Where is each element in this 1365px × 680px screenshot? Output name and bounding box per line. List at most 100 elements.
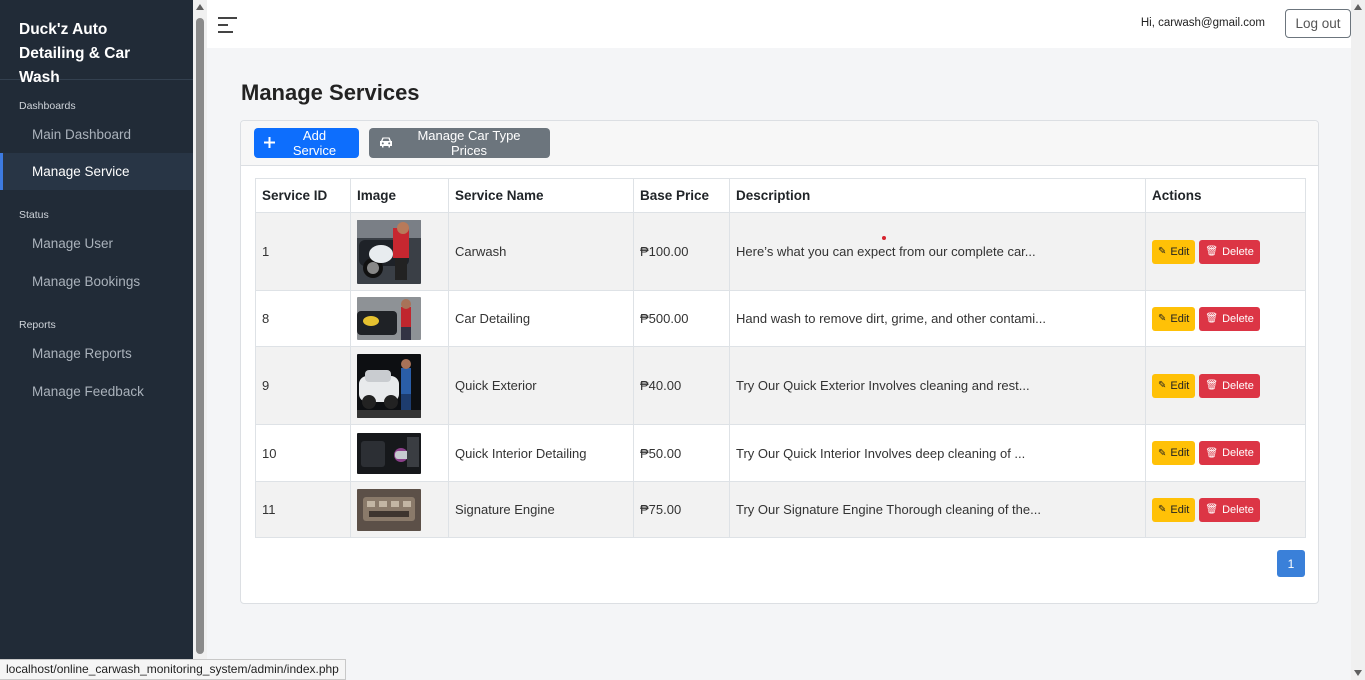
section-title-reports: Reports bbox=[19, 319, 56, 331]
delete-button[interactable]: 🗑 Delete bbox=[1199, 497, 1260, 522]
sidebar: Duck'z Auto Detailing & Car Wash Dashboa… bbox=[0, 0, 193, 680]
edit-icon: ✎ bbox=[1158, 447, 1167, 459]
cell-image bbox=[350, 424, 449, 482]
cell-service-id: 9 bbox=[255, 346, 351, 425]
status-bar-url: localhost/online_carwash_monitoring_syst… bbox=[0, 659, 346, 680]
edit-button[interactable]: ✎ Edit bbox=[1152, 239, 1196, 264]
cursor-dot bbox=[882, 236, 886, 240]
cell-actions: ✎ Edit 🗑 Delete bbox=[1145, 290, 1306, 347]
table-row: 9 Quick Exterior ₱40.00 Try Our Quick Ex… bbox=[255, 346, 1306, 425]
sidebar-item-manage-feedback[interactable]: Manage Feedback bbox=[0, 373, 193, 410]
edit-icon: ✎ bbox=[1158, 504, 1167, 515]
add-service-button[interactable]: Add Service bbox=[254, 128, 359, 158]
cell-service-name: Car Detailing bbox=[448, 290, 634, 347]
trash-icon: 🗑 bbox=[1205, 447, 1219, 459]
sidebar-item-main-dashboard[interactable]: Main Dashboard bbox=[0, 116, 193, 153]
cell-actions: ✎ Edit 🗑 Delete bbox=[1145, 424, 1306, 482]
table-row: 1 Carwash ₱100.00 Here’s what you can ex… bbox=[255, 212, 1306, 291]
cell-description: Try Our Quick Exterior Involves cleaning… bbox=[729, 346, 1146, 425]
logout-button[interactable]: Log out bbox=[1285, 9, 1351, 38]
add-service-label: Add Service bbox=[292, 128, 337, 158]
scroll-down-arrow-icon[interactable] bbox=[1354, 670, 1362, 676]
col-service-name: Service Name bbox=[448, 178, 634, 213]
scrollbar-thumb[interactable] bbox=[196, 18, 204, 654]
card-header: Add Service Manage Car Type Prices bbox=[241, 121, 1318, 166]
cell-service-name: Quick Interior Detailing bbox=[448, 424, 634, 482]
brand-title[interactable]: Duck'z Auto Detailing & Car Wash bbox=[0, 0, 193, 86]
cell-service-name: Quick Exterior bbox=[448, 346, 634, 425]
trash-icon: 🗑 bbox=[1205, 313, 1219, 324]
car-icon bbox=[379, 136, 393, 151]
delete-button[interactable]: 🗑 Delete bbox=[1199, 441, 1260, 465]
sidebar-item-manage-user[interactable]: Manage User bbox=[0, 225, 193, 262]
edit-icon: ✎ bbox=[1158, 380, 1167, 391]
scroll-up-arrow-icon[interactable] bbox=[196, 4, 204, 10]
cell-description: Hand wash to remove dirt, grime, and oth… bbox=[729, 290, 1146, 347]
interior-photo bbox=[357, 432, 421, 474]
cell-actions: ✎ Edit 🗑 Delete bbox=[1145, 481, 1306, 538]
cell-image bbox=[350, 212, 449, 291]
sidebar-item-manage-reports[interactable]: Manage Reports bbox=[0, 335, 193, 372]
col-description: Description bbox=[729, 178, 1146, 213]
table-header-row: Service ID Image Service Name Base Price… bbox=[255, 178, 1306, 213]
manage-car-type-prices-button[interactable]: Manage Car Type Prices bbox=[369, 128, 550, 158]
edit-button[interactable]: ✎ Edit bbox=[1152, 306, 1196, 331]
col-service-id: Service ID bbox=[255, 178, 351, 213]
edit-button[interactable]: ✎ Edit bbox=[1152, 373, 1196, 398]
topbar: Hi, carwash@gmail.com Log out bbox=[207, 0, 1351, 48]
car-type-prices-label: Manage Car Type Prices bbox=[417, 128, 521, 158]
cell-image bbox=[350, 481, 449, 538]
cell-service-id: 11 bbox=[255, 481, 351, 538]
col-image: Image bbox=[350, 178, 449, 213]
cell-image bbox=[350, 346, 449, 425]
cell-actions: ✎ Edit 🗑 Delete bbox=[1145, 212, 1306, 291]
cell-base-price: ₱75.00 bbox=[633, 481, 730, 538]
edit-icon: ✎ bbox=[1158, 313, 1167, 324]
cell-image bbox=[350, 290, 449, 347]
cell-base-price: ₱50.00 bbox=[633, 424, 730, 482]
table-row: 10 Quick Interior Detailing ₱50.00 Try O… bbox=[255, 424, 1306, 482]
delete-button[interactable]: 🗑 Delete bbox=[1199, 373, 1260, 398]
edit-button[interactable]: ✎ Edit bbox=[1152, 497, 1196, 522]
delete-button[interactable]: 🗑 Delete bbox=[1199, 306, 1260, 331]
sidebar-item-manage-bookings[interactable]: Manage Bookings bbox=[0, 263, 193, 300]
services-card: Add Service Manage Car Type Prices Servi… bbox=[240, 120, 1319, 604]
cell-service-name: Signature Engine bbox=[448, 481, 634, 538]
trash-icon: 🗑 bbox=[1205, 504, 1219, 515]
sidebar-item-manage-service[interactable]: Manage Service bbox=[0, 153, 193, 190]
services-table: Service ID Image Service Name Base Price… bbox=[255, 178, 1306, 538]
edit-button[interactable]: ✎ Edit bbox=[1152, 441, 1196, 465]
cell-base-price: ₱40.00 bbox=[633, 346, 730, 425]
cell-service-id: 8 bbox=[255, 290, 351, 347]
trash-icon: 🗑 bbox=[1205, 246, 1219, 257]
scroll-up-arrow-icon[interactable] bbox=[1354, 4, 1362, 10]
col-base-price: Base Price bbox=[633, 178, 730, 213]
cell-base-price: ₱100.00 bbox=[633, 212, 730, 291]
cell-description: Try Our Signature Engine Thorough cleani… bbox=[729, 481, 1146, 538]
plus-icon bbox=[264, 136, 275, 151]
page-scrollbar[interactable] bbox=[1351, 0, 1365, 680]
section-title-status: Status bbox=[19, 209, 49, 221]
engine-photo bbox=[357, 488, 421, 531]
cell-service-name: Carwash bbox=[448, 212, 634, 291]
sidebar-scrollbar[interactable] bbox=[193, 0, 207, 680]
table-row: 8 Car Detailing ₱500.00 Hand wash to rem… bbox=[255, 290, 1306, 347]
edit-icon: ✎ bbox=[1158, 246, 1167, 257]
delete-button[interactable]: 🗑 Delete bbox=[1199, 239, 1260, 264]
trash-icon: 🗑 bbox=[1205, 380, 1219, 391]
table-row: 11 Signature Engine ₱75.00 Try Our Signa… bbox=[255, 481, 1306, 538]
cell-description: Here’s what you can expect from our comp… bbox=[729, 212, 1146, 291]
section-title-dashboards: Dashboards bbox=[19, 100, 76, 112]
cell-actions: ✎ Edit 🗑 Delete bbox=[1145, 346, 1306, 425]
page-title: Manage Services bbox=[241, 80, 420, 105]
cell-base-price: ₱500.00 bbox=[633, 290, 730, 347]
col-actions: Actions bbox=[1145, 178, 1306, 213]
exterior-photo bbox=[357, 353, 421, 418]
menu-toggle-icon[interactable] bbox=[218, 16, 237, 33]
user-greeting: Hi, carwash@gmail.com bbox=[1140, 17, 1265, 29]
carwash-photo bbox=[357, 219, 421, 284]
cell-service-id: 1 bbox=[255, 212, 351, 291]
pagination-page-button[interactable]: 1 bbox=[1277, 550, 1305, 577]
cell-description: Try Our Quick Interior Involves deep cle… bbox=[729, 424, 1146, 482]
detailing-photo bbox=[357, 297, 421, 340]
